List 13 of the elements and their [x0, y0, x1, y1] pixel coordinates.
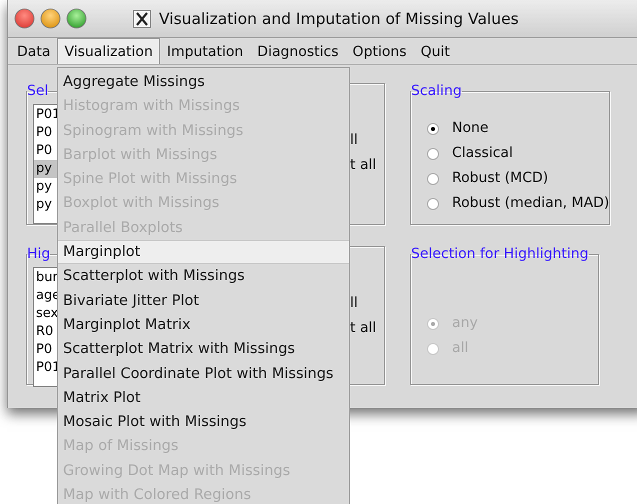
option-label: ll — [350, 294, 359, 313]
radio-label: Robust (median, MAD) — [452, 194, 610, 213]
window-title: Visualization and Imputation of Missing Values — [159, 10, 519, 28]
radio-label: None — [452, 119, 489, 138]
group-title: Hig — [27, 246, 50, 262]
group-title: Selection for Highlighting — [411, 246, 589, 262]
option-label: t all — [350, 156, 376, 175]
radio-label: Robust (MCD) — [452, 169, 548, 188]
group-title: Sel — [27, 83, 48, 99]
option-label: ll — [350, 131, 359, 150]
radio-label: Classical — [452, 144, 513, 163]
option-label: t all — [350, 319, 376, 338]
group-title: Scaling — [411, 83, 462, 99]
